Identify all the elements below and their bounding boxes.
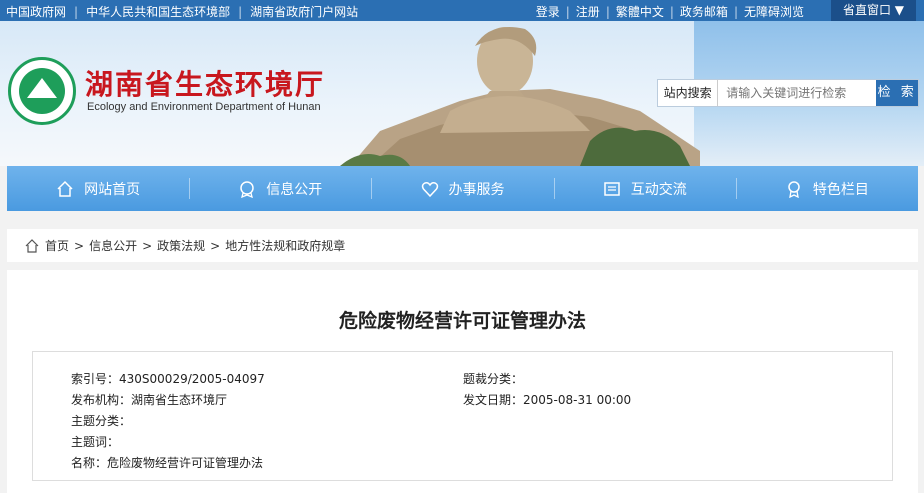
portal-dropdown[interactable]: 省直窗口 ▼ <box>831 0 916 21</box>
home-icon <box>57 180 73 197</box>
meta-index: 索引号：430S00029/2005-04097 <box>71 370 265 387</box>
meta-subject-class: 主题分类： <box>71 412 131 429</box>
statue-banner-image <box>340 27 700 166</box>
divider: | <box>669 4 674 19</box>
link-mee[interactable]: 中华人民共和国生态环境部 <box>86 3 230 20</box>
nav-item-services[interactable]: 办事服务 <box>371 166 553 211</box>
meta-label: 名称： <box>71 456 108 470</box>
meta-publisher: 发布机构：湖南省生态环境厅 <box>71 391 227 408</box>
board-icon <box>603 181 620 196</box>
divider: | <box>605 4 610 19</box>
nav-item-home[interactable]: 网站首页 <box>7 166 189 211</box>
meta-date: 发文日期：2005-08-31 00:00 <box>463 391 631 408</box>
badge-icon <box>240 180 255 198</box>
divider: | <box>565 4 570 19</box>
page-title: 危险废物经营许可证管理办法 <box>338 310 586 332</box>
breadcrumb-home[interactable]: 首页 <box>45 237 69 254</box>
meta-label: 主题词： <box>71 435 120 449</box>
meta-label: 索引号： <box>71 372 120 386</box>
site-subtitle: Ecology and Environment Department of Hu… <box>87 101 321 113</box>
meta-topic-class: 题裁分类： <box>463 370 523 387</box>
nav-label: 信息公开 <box>266 181 323 198</box>
breadcrumb-separator: > <box>74 238 85 253</box>
nav-item-info-disclosure[interactable]: 信息公开 <box>189 166 371 211</box>
user-links: 登录 | 注册 | 繁體中文 | 政务邮箱 | 无障碍浏览 <box>536 3 804 20</box>
register-link[interactable]: 注册 <box>576 3 600 20</box>
accessibility-link[interactable]: 无障碍浏览 <box>744 3 804 20</box>
meta-value: 危险废物经营许可证管理办法 <box>107 456 264 470</box>
breadcrumb: 首页 > 信息公开 > 政策法规 > 地方性法规和政府规章 <box>7 229 918 262</box>
meta-value: 2005-08-31 00:00 <box>523 393 632 407</box>
nav-label: 网站首页 <box>84 181 141 198</box>
medal-icon <box>788 180 800 198</box>
breadcrumb-local-regulations[interactable]: 地方性法规和政府规章 <box>225 237 345 254</box>
divider: | <box>733 4 738 19</box>
meta-keywords: 主题词： <box>71 433 119 450</box>
meta-label: 主题分类： <box>71 414 132 428</box>
meta-label: 发文日期： <box>463 393 524 407</box>
search-input[interactable] <box>718 80 877 106</box>
heart-icon <box>421 181 438 197</box>
main-nav: 网站首页 信息公开 办事服务 互动交流 特色栏目 <box>7 166 918 211</box>
meta-name: 名称：危险废物经营许可证管理办法 <box>71 454 263 471</box>
divider: | <box>238 4 243 19</box>
site-header: 湖南省生态环境厅 Ecology and Environment Departm… <box>0 21 924 166</box>
meta-label: 发布机构： <box>71 393 132 407</box>
meta-value: 湖南省生态环境厅 <box>131 393 228 407</box>
nav-label: 特色栏目 <box>812 181 869 198</box>
article-panel: 危险废物经营许可证管理办法 索引号：430S00029/2005-04097 题… <box>7 270 918 493</box>
nav-label: 互动交流 <box>630 181 687 198</box>
link-hunan-gov[interactable]: 湖南省政府门户网站 <box>250 3 358 20</box>
traditional-chinese-link[interactable]: 繁體中文 <box>616 3 664 20</box>
document-metadata: 索引号：430S00029/2005-04097 题裁分类： 发布机构：湖南省生… <box>32 351 893 481</box>
search-scope-dropdown[interactable]: 站内搜索 <box>658 80 719 106</box>
logo-mountain-icon <box>27 78 57 98</box>
meta-value: 430S00029/2005-04097 <box>119 372 265 386</box>
breadcrumb-info-disclosure[interactable]: 信息公开 <box>89 237 137 254</box>
link-gov-cn[interactable]: 中国政府网 <box>6 3 66 20</box>
gov-mail-link[interactable]: 政务邮箱 <box>680 3 728 20</box>
divider: | <box>74 4 79 19</box>
meta-label: 题裁分类： <box>463 372 524 386</box>
site-search: 站内搜索 检 索 <box>657 79 919 107</box>
search-button[interactable]: 检 索 <box>876 80 918 106</box>
site-title: 湖南省生态环境厅 <box>85 68 326 101</box>
top-bar: 中国政府网 | 中华人民共和国生态环境部 | 湖南省政府门户网站 登录 | 注册… <box>0 0 924 21</box>
breadcrumb-separator: > <box>142 238 153 253</box>
nav-item-featured[interactable]: 特色栏目 <box>735 166 918 211</box>
external-links: 中国政府网 | 中华人民共和国生态环境部 | 湖南省政府门户网站 <box>6 3 358 20</box>
login-link[interactable]: 登录 <box>536 3 560 20</box>
nav-item-interaction[interactable]: 互动交流 <box>553 166 736 211</box>
breadcrumb-separator: > <box>210 238 221 253</box>
breadcrumb-policy[interactable]: 政策法规 <box>157 237 205 254</box>
hnee-logo[interactable] <box>8 57 76 125</box>
home-icon <box>25 238 39 253</box>
nav-label: 办事服务 <box>448 181 505 198</box>
